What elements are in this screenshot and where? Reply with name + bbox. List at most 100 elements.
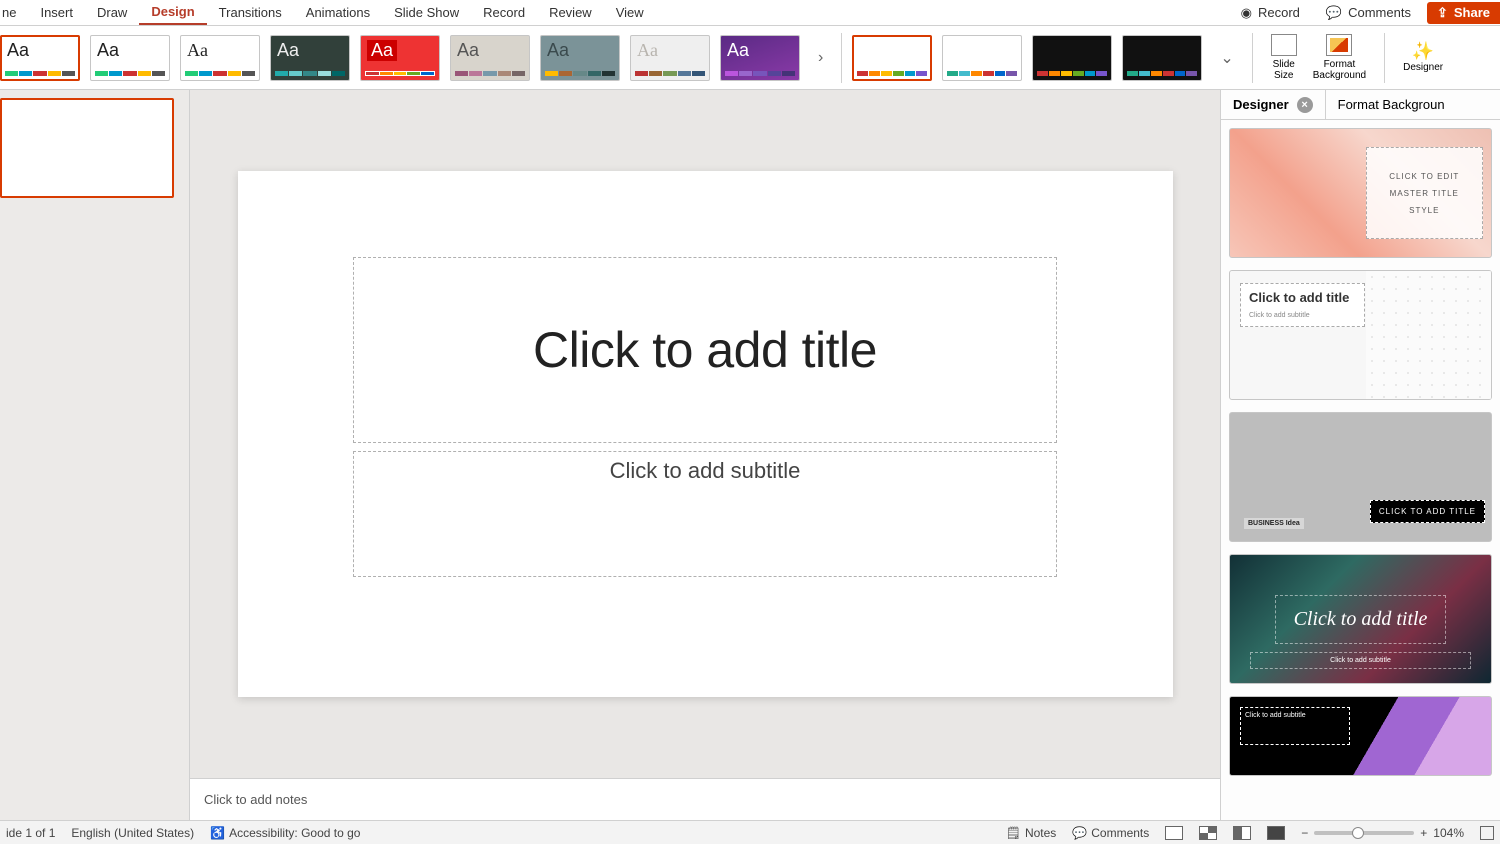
theme-color-strip [455, 71, 525, 76]
toolbar-separator [1252, 33, 1253, 83]
theme-tile-6[interactable]: Aa [450, 35, 530, 81]
zoom-in-button[interactable]: + [1420, 826, 1427, 840]
status-accessibility[interactable]: ♿ Accessibility: Good to go [210, 826, 360, 840]
theme-tile-3[interactable]: Aa [180, 35, 260, 81]
zoom-slider[interactable] [1314, 831, 1414, 835]
side-pane-tabs: Designer × Format Backgroun [1221, 90, 1500, 120]
tab-view[interactable]: View [604, 0, 656, 25]
comment-icon: 💬 [1072, 826, 1087, 840]
titlebar-record-label: Record [1258, 5, 1300, 20]
theme-color-strip [185, 71, 255, 76]
title-placeholder[interactable]: Click to add title [353, 257, 1057, 443]
tab-insert[interactable]: Insert [28, 0, 85, 25]
side-tab-format-background[interactable]: Format Backgroun [1325, 90, 1457, 119]
tab-review[interactable]: Review [537, 0, 604, 25]
close-designer-icon[interactable]: × [1297, 97, 1313, 113]
theme-sample-text: Aa [7, 40, 29, 61]
tab-record[interactable]: Record [471, 0, 537, 25]
titlebar-comments-label: Comments [1348, 5, 1411, 20]
status-bar: ide 1 of 1 English (United States) ♿ Acc… [0, 820, 1500, 844]
theme-sample-text: Aa [187, 40, 208, 61]
share-button[interactable]: ⇪ Share [1427, 2, 1500, 24]
designer-button[interactable]: ✨ Designer [1395, 42, 1451, 73]
format-background-button[interactable]: Format Background [1305, 34, 1374, 81]
themes-more-button[interactable]: › [810, 49, 831, 67]
tab-home[interactable]: ne [0, 0, 28, 25]
tab-animations[interactable]: Animations [294, 0, 382, 25]
share-icon: ⇪ [1437, 5, 1448, 21]
slide-size-button[interactable]: Slide Size [1263, 34, 1305, 81]
variant-color-strip [1037, 71, 1107, 76]
variants-more-button[interactable]: ⌄ [1212, 48, 1241, 68]
theme-tile-9[interactable]: Aa [720, 35, 800, 81]
design-idea-4[interactable]: Click to add title Click to add subtitle [1229, 554, 1492, 684]
theme-color-strip [5, 71, 75, 76]
design-idea-5[interactable]: Click to add subtitle [1229, 696, 1492, 776]
status-comments-button[interactable]: 💬 Comments [1072, 826, 1149, 840]
slide-canvas-area: Click to add title Click to add subtitle [190, 90, 1220, 778]
zoom-control: − + 104% [1301, 826, 1464, 840]
design-idea-3[interactable]: BUSINESS Idea CLICK TO ADD TITLE [1229, 412, 1492, 542]
theme-tile-8[interactable]: Aa [630, 35, 710, 81]
view-normal-icon[interactable] [1165, 826, 1183, 840]
slide-thumbnail-panel [0, 90, 190, 820]
subtitle-placeholder[interactable]: Click to add subtitle [353, 451, 1057, 577]
theme-color-strip [545, 71, 615, 76]
accessibility-icon: ♿ [210, 826, 225, 840]
slide[interactable]: Click to add title Click to add subtitle [238, 171, 1173, 697]
tab-transitions[interactable]: Transitions [207, 0, 294, 25]
theme-tile-2[interactable]: Aa [90, 35, 170, 81]
theme-color-strip [275, 71, 345, 76]
side-tab-designer-label: Designer [1233, 97, 1289, 112]
status-notes-button[interactable]: 🗒 Notes [1006, 826, 1057, 840]
share-label: Share [1454, 5, 1490, 20]
tab-slideshow[interactable]: Slide Show [382, 0, 471, 25]
view-slideshow-icon[interactable] [1267, 826, 1285, 840]
design-idea-1-textbox: CLICK TO EDIT MASTER TITLE STYLE [1366, 147, 1483, 239]
ribbon-tabs: ne Insert Draw Design Transitions Animat… [0, 0, 1500, 26]
status-language[interactable]: English (United States) [71, 826, 194, 840]
view-reading-icon[interactable] [1233, 826, 1251, 840]
theme-tile-4[interactable]: Aa [270, 35, 350, 81]
slide-size-icon [1271, 34, 1297, 56]
designer-sparkle-icon: ✨ [1412, 42, 1434, 62]
slide-thumbnail-1[interactable] [0, 98, 174, 198]
side-tab-designer[interactable]: Designer × [1221, 90, 1325, 119]
design-idea-2-title: Click to add title [1249, 290, 1356, 306]
notes-icon: 🗒 [1006, 826, 1021, 840]
tab-design[interactable]: Design [139, 0, 206, 25]
format-bg-label-2: Background [1313, 70, 1366, 81]
design-idea-2[interactable]: Click to add title Click to add subtitle [1229, 270, 1492, 400]
variant-color-strip [1127, 71, 1197, 76]
theme-tile-7[interactable]: Aa [540, 35, 620, 81]
variant-tile-2[interactable] [942, 35, 1022, 81]
theme-tile-1[interactable]: Aa [0, 35, 80, 81]
theme-tile-5[interactable]: Aa [360, 35, 440, 81]
zoom-out-button[interactable]: − [1301, 826, 1308, 840]
design-ideas-list[interactable]: CLICK TO EDIT MASTER TITLE STYLE Click t… [1221, 120, 1500, 820]
view-sorter-icon[interactable] [1199, 826, 1217, 840]
theme-sample-text: Aa [277, 40, 299, 61]
design-idea-1-line3: STYLE [1367, 206, 1482, 215]
design-idea-2-textbox: Click to add title Click to add subtitle [1240, 283, 1365, 327]
status-accessibility-label: Accessibility: Good to go [229, 826, 360, 840]
variant-tile-3[interactable] [1032, 35, 1112, 81]
fit-to-window-button[interactable] [1480, 826, 1494, 840]
variant-tile-1[interactable] [852, 35, 932, 81]
format-bg-label-1: Format [1324, 59, 1356, 70]
toolbar-separator [1384, 33, 1385, 83]
titlebar-comments-button[interactable]: 💬 Comments [1316, 5, 1421, 21]
zoom-slider-knob[interactable] [1352, 827, 1364, 839]
design-idea-2-sub: Click to add subtitle [1249, 312, 1310, 319]
design-idea-1-line1: CLICK TO EDIT [1367, 172, 1482, 181]
tab-draw[interactable]: Draw [85, 0, 139, 25]
design-idea-1[interactable]: CLICK TO EDIT MASTER TITLE STYLE [1229, 128, 1492, 258]
variant-tile-4[interactable] [1122, 35, 1202, 81]
zoom-percent[interactable]: 104% [1433, 826, 1464, 840]
designer-label: Designer [1403, 62, 1443, 73]
canvas-column: Click to add title Click to add subtitle… [190, 90, 1220, 820]
theme-sample-text: Aa [97, 40, 119, 61]
titlebar-record-button[interactable]: ◉ Record [1231, 5, 1310, 21]
notes-input[interactable]: Click to add notes [190, 778, 1220, 820]
theme-sample-text: Aa [727, 40, 749, 61]
